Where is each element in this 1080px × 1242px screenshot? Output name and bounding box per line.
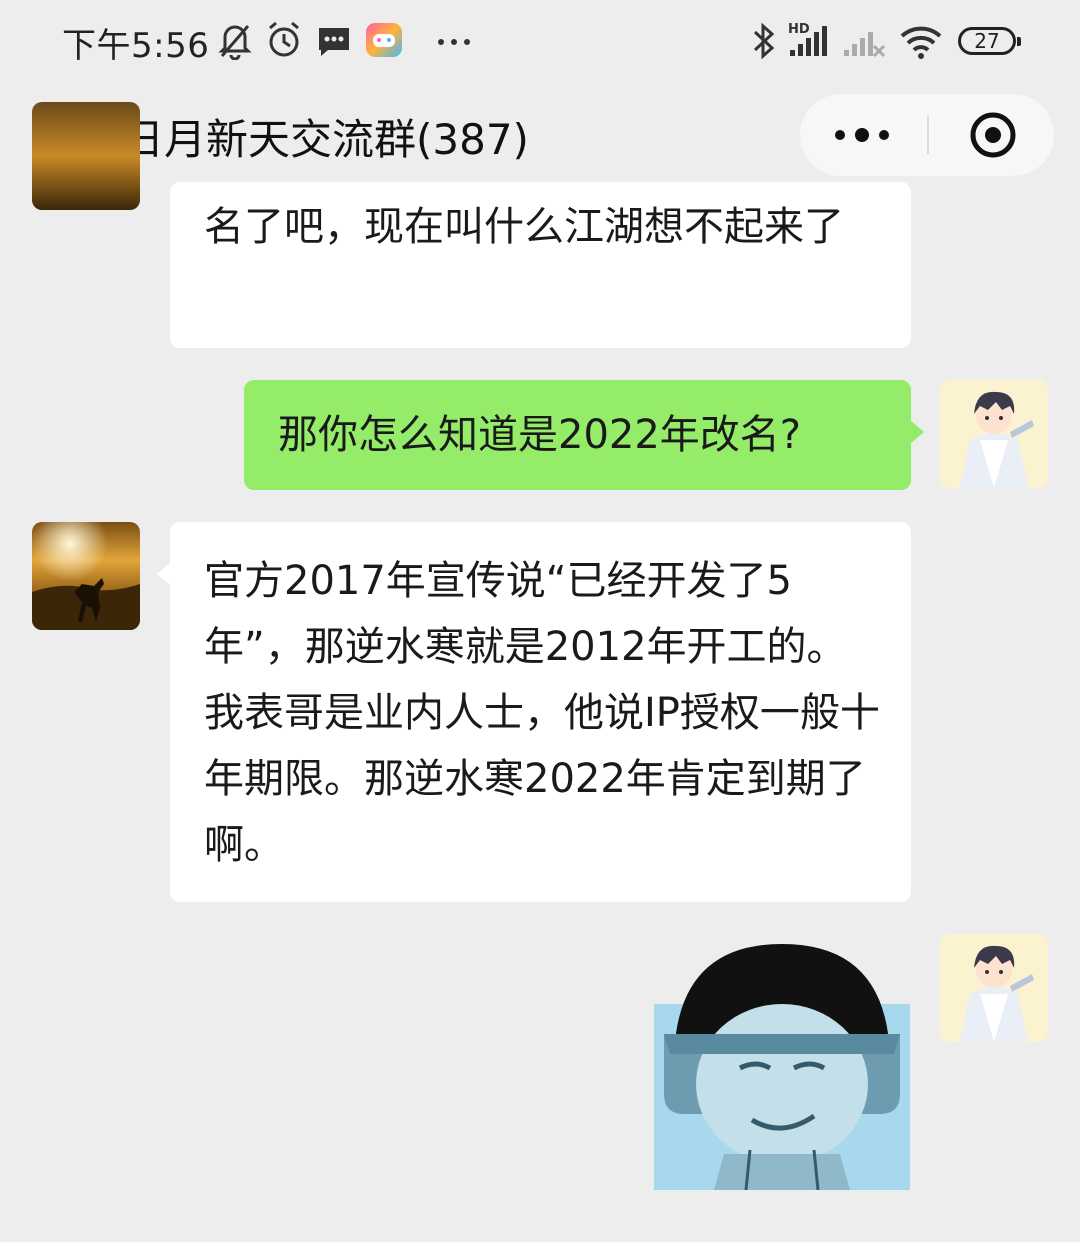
- battery-indicator: 27: [958, 27, 1021, 55]
- message-text: 官方2017年宣传说“已经开发了5年”，那逆水寒就是2012年开工的。我表哥是业…: [204, 558, 880, 868]
- message-bubble-incoming[interactable]: 官方2017年宣传说“已经开发了5年”，那逆水寒就是2012年开工的。我表哥是业…: [157, 522, 911, 902]
- mini-program-capsule: [800, 94, 1054, 176]
- signal-icon: [842, 20, 888, 66]
- alarm-icon: [265, 20, 303, 64]
- status-time: 下午5:56: [62, 26, 210, 66]
- target-circle-icon[interactable]: [968, 110, 1018, 164]
- anime-character-avatar-icon: [940, 934, 1048, 1042]
- page-title: 日月新天交流群(387): [122, 115, 529, 164]
- smug-mushroom-head-meme-icon: [654, 944, 910, 1191]
- chat-header: 日月新天交流群(387): [0, 84, 1080, 184]
- message-icon: [316, 20, 352, 64]
- mute-bell-icon: [216, 20, 254, 64]
- message-bubble-incoming[interactable]: 名了吧，现在叫什么江湖想不起来了: [170, 182, 911, 348]
- avatar[interactable]: [940, 380, 1048, 488]
- avatar[interactable]: [940, 934, 1048, 1042]
- game-app-icon: [364, 20, 404, 64]
- wifi-icon: [898, 20, 944, 66]
- message-text: 名了吧，现在叫什么江湖想不起来了: [204, 204, 844, 250]
- message-bubble-outgoing[interactable]: 那你怎么知道是2022年改名?: [244, 380, 924, 490]
- capsule-divider: [927, 116, 929, 154]
- horse-rider-avatar-icon: [32, 522, 140, 630]
- avatar[interactable]: [32, 102, 140, 210]
- avatar[interactable]: [32, 522, 140, 630]
- more-dots-icon: [436, 20, 472, 64]
- sticker-image[interactable]: [654, 944, 910, 1191]
- status-bar: 下午5:56 HD 27: [0, 0, 1080, 84]
- bluetooth-icon: [750, 20, 778, 66]
- anime-character-avatar-icon: [940, 380, 1048, 488]
- more-horizontal-icon[interactable]: [830, 120, 894, 154]
- signal-hd-icon: HD: [786, 20, 832, 66]
- svg-text:HD: HD: [788, 22, 810, 37]
- message-text: 那你怎么知道是2022年改名?: [278, 412, 802, 458]
- horse-rider-avatar-icon: [32, 102, 140, 210]
